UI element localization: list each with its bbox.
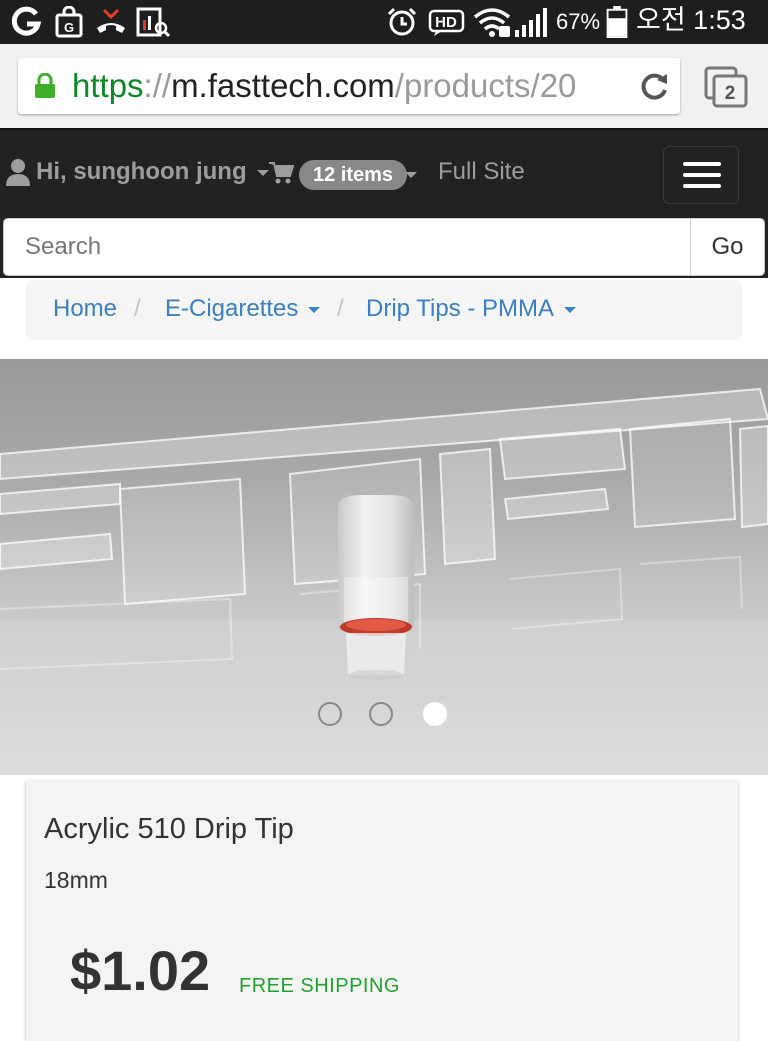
- breadcrumb: Home / E-Cigarettes / Drip Tips - PMMA: [26, 280, 742, 340]
- breadcrumb-label: E-Cigarettes: [165, 295, 299, 322]
- cart-badge[interactable]: 12 items: [299, 160, 408, 190]
- user-menu[interactable]: Hi, sunghoon jung: [36, 156, 269, 188]
- menu-bar-icon: [683, 173, 721, 177]
- product-price: $1.02: [70, 939, 211, 1002]
- breadcrumb-separator: /: [134, 295, 141, 322]
- svg-text:HD: HD: [435, 14, 457, 31]
- status-bar: G HD 67% 오전 1:53: [0, 0, 768, 44]
- product-variant: 18mm: [44, 867, 108, 893]
- url-bar[interactable]: https://m.fasttech.com/products/20: [18, 58, 680, 114]
- cart-icon[interactable]: [268, 160, 294, 186]
- product-image-carousel[interactable]: [0, 359, 768, 775]
- free-shipping-label: FREE SHIPPING: [239, 975, 400, 997]
- clock: 오전 1:53: [636, 5, 746, 35]
- svg-text:2: 2: [725, 83, 736, 104]
- url-path: /products/20: [394, 67, 577, 104]
- breadcrumb-home[interactable]: Home: [53, 293, 117, 325]
- chevron-down-icon: [308, 306, 321, 313]
- missed-call-icon: [97, 8, 125, 33]
- url-host: m.fasttech.com: [171, 67, 395, 104]
- alarm-icon: [387, 7, 417, 36]
- url-scheme: https: [72, 67, 144, 104]
- tabs-switcher-icon[interactable]: 2: [704, 66, 750, 108]
- lock-icon: [35, 73, 55, 98]
- hamburger-menu-button[interactable]: [663, 146, 739, 204]
- breadcrumb-drip-tips[interactable]: Drip Tips - PMMA: [366, 293, 577, 325]
- svg-text:G: G: [64, 20, 74, 35]
- url-text[interactable]: https://m.fasttech.com/products/20: [72, 67, 576, 105]
- product-card: Acrylic 510 Drip Tip 18mm $1.02 FREE SHI…: [26, 781, 738, 1041]
- browser-toolbar: https://m.fasttech.com/products/20 2: [0, 44, 768, 128]
- shopping-bag-icon: G: [55, 6, 83, 38]
- user-greeting: Hi, sunghoon jung: [36, 158, 247, 185]
- screenshot-icon: [136, 7, 170, 38]
- breadcrumb-e-cigarettes[interactable]: E-Cigarettes: [165, 293, 321, 325]
- carousel-indicator[interactable]: [318, 702, 342, 726]
- chevron-down-icon: [564, 306, 577, 313]
- menu-bar-icon: [683, 162, 721, 166]
- product-title: Acrylic 510 Drip Tip: [44, 813, 294, 845]
- g-app-icon: [11, 6, 42, 36]
- search-go-button[interactable]: Go: [690, 218, 765, 276]
- site-navbar: Hi, sunghoon jung 12 items Full Site: [0, 128, 768, 220]
- chevron-down-icon: [256, 169, 269, 176]
- search-bar: Search Go: [0, 218, 768, 278]
- battery-icon: [606, 6, 628, 38]
- carousel-indicator[interactable]: [369, 702, 393, 726]
- menu-bar-icon: [683, 184, 721, 188]
- battery-percent: 67%: [556, 9, 601, 34]
- search-input[interactable]: Search: [3, 218, 691, 276]
- breadcrumb-separator: /: [337, 295, 344, 322]
- breadcrumb-label: Drip Tips - PMMA: [366, 295, 555, 322]
- signal-icon: [515, 8, 547, 37]
- reload-icon[interactable]: [638, 70, 670, 102]
- url-separator: ://: [143, 67, 172, 104]
- hd-voice-icon: HD: [428, 9, 465, 36]
- full-site-link[interactable]: Full Site: [438, 156, 525, 188]
- cart-chevron-down-icon[interactable]: [405, 172, 417, 178]
- carousel-indicator-active[interactable]: [423, 702, 447, 726]
- user-icon: [6, 159, 30, 186]
- wifi-icon: [473, 8, 511, 37]
